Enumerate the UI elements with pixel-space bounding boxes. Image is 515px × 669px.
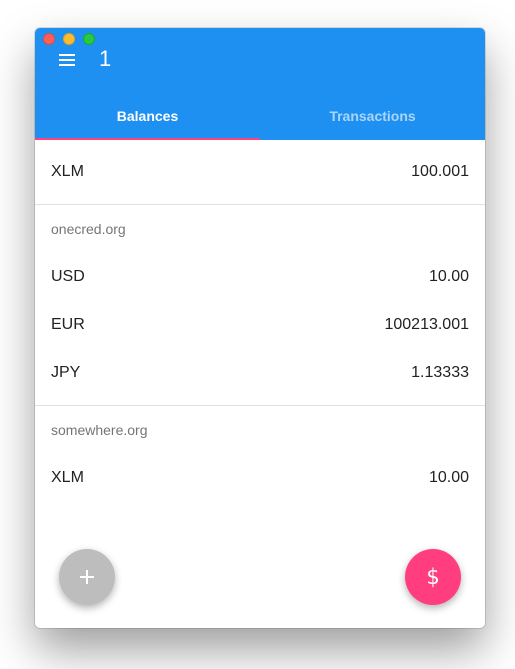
balance-row-native[interactable]: XLM 100.001	[35, 148, 485, 196]
balances-list: XLM 100.001 onecred.org USD 10.00 EUR 10…	[35, 140, 485, 502]
balance-row-usd[interactable]: USD 10.00	[35, 253, 485, 301]
asset-code: XLM	[51, 163, 84, 180]
dollar-icon: $	[426, 564, 440, 589]
app-title: 1	[99, 46, 112, 71]
asset-amount: 1.13333	[411, 364, 469, 381]
asset-amount: 100213.001	[384, 316, 469, 333]
asset-amount: 100.001	[411, 163, 469, 180]
app-bar: 1 Balances Transactions	[35, 28, 485, 140]
balance-row-jpy[interactable]: JPY 1.13333	[35, 349, 485, 397]
window-zoom-button[interactable]	[83, 33, 95, 45]
asset-code: JPY	[51, 364, 81, 381]
asset-code: EUR	[51, 316, 85, 333]
tab-bar: Balances Transactions	[35, 96, 485, 140]
balance-row-eur[interactable]: EUR 100213.001	[35, 301, 485, 349]
hamburger-menu-icon[interactable]	[57, 53, 77, 68]
window-close-button[interactable]	[43, 33, 55, 45]
issuer-header-onecred: onecred.org	[51, 221, 126, 237]
issuer-header-somewhere: somewhere.org	[51, 422, 148, 438]
asset-amount: 10.00	[428, 469, 469, 486]
asset-code: USD	[51, 268, 85, 285]
app-window: 1 Balances Transactions XLM 100.001 onec…	[35, 28, 485, 628]
payment-fab-button[interactable]: $	[405, 549, 461, 605]
tab-transactions[interactable]: Transactions	[260, 96, 485, 140]
window-minimize-button[interactable]	[63, 33, 75, 45]
asset-amount: 10.00	[428, 268, 469, 285]
balance-row-xlm-somewhere[interactable]: XLM 10.00	[35, 454, 485, 502]
asset-code: XLM	[51, 469, 84, 486]
plus-icon	[80, 570, 94, 584]
tab-balances[interactable]: Balances	[35, 96, 260, 140]
add-fab-button[interactable]	[59, 549, 115, 605]
